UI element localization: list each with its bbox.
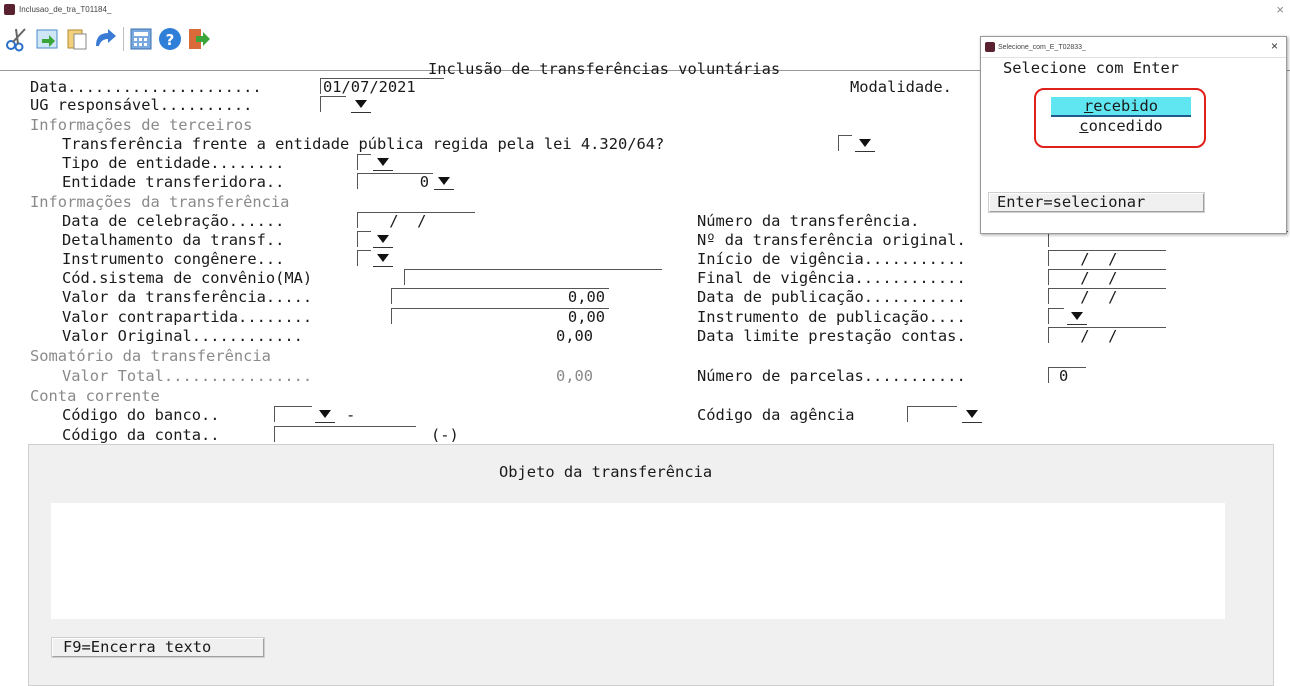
popup-titlebar: Selecione_com_E_T02833_ × (981, 37, 1286, 58)
popup-app-icon (985, 42, 995, 52)
instrumento-label: Instrumento congênere... (62, 250, 285, 268)
conta-suffix: (-) (431, 426, 459, 444)
data-limite-label: Data limite prestação contas. (697, 327, 966, 345)
window-titlebar: Inclusao_de_tra_T01184_ × (0, 0, 1290, 20)
banco-dash: - (346, 406, 356, 424)
valor-transferencia-label: Valor da transferência..... (62, 288, 313, 306)
ug-field[interactable] (320, 96, 346, 112)
exit-icon[interactable] (186, 26, 212, 52)
data-field[interactable]: 01/07/2021 (320, 78, 444, 95)
lei-label: Transferência frente a entidade pública … (62, 135, 665, 153)
import-icon[interactable] (34, 26, 60, 52)
lei-field[interactable] (838, 135, 852, 151)
data-label: Data..................... (30, 78, 262, 96)
codigo-banco-label: Código do banco.. (62, 406, 220, 424)
data-limite-field[interactable]: / / (1048, 327, 1166, 344)
data-publicacao-label: Data de publicação........... (697, 288, 966, 306)
valor-transferencia-field[interactable]: 0,00 (391, 288, 609, 305)
app-icon (4, 4, 15, 15)
numero-parcelas-label: Número de parcelas........... (697, 367, 966, 385)
tipo-entidade-field[interactable] (357, 154, 371, 170)
enter-selecionar-button[interactable]: Enter=selecionar (988, 192, 1205, 213)
inicio-vigencia-label: Início de vigência........... (697, 250, 966, 268)
codigo-agencia-label: Código da agência (697, 406, 855, 424)
valor-total-label: Valor Total................ (62, 367, 313, 385)
objeto-title: Objeto da transferência (499, 463, 713, 481)
cod-sistema-label: Cód.sistema de convênio(MA) (62, 269, 313, 287)
inicio-vigencia-field[interactable]: / / (1048, 250, 1166, 267)
popup-window-title: Selecione_com_E_T02833_ (998, 44, 1086, 51)
popup-close-button[interactable]: × (1271, 39, 1278, 53)
svg-text:?: ? (166, 31, 175, 49)
data-celebracao-field[interactable]: / / (357, 212, 475, 229)
conta-section: Conta corrente (30, 387, 160, 405)
data-celebracao-label: Data de celebração...... (62, 212, 285, 230)
lei-dropdown-icon[interactable] (855, 135, 875, 152)
f9-encerra-button[interactable]: F9=Encerra texto (51, 637, 265, 658)
tipo-entidade-dropdown-icon[interactable] (373, 154, 393, 171)
detalhamento-label: Detalhamento da transf.. (62, 231, 285, 249)
highlight-annotation (1034, 88, 1206, 148)
codigo-agencia-dropdown-icon[interactable] (962, 406, 982, 423)
scissors-icon[interactable] (4, 26, 30, 52)
numero-parcelas-field[interactable]: 0 (1048, 367, 1086, 384)
entidade-transferidora-label: Entidade transferidora.. (62, 173, 285, 191)
numero-transferencia-label: Número da transferência. (697, 212, 920, 230)
valor-original-label: Valor Original............ (62, 327, 303, 345)
help-icon[interactable]: ? (157, 26, 183, 52)
valor-total-value: 0,00 (556, 367, 594, 385)
valor-contrapartida-field[interactable]: 0,00 (391, 308, 609, 325)
instrumento-publicacao-dropdown-icon[interactable] (1067, 308, 1087, 325)
num-transf-original-label: Nº da transferência original. (697, 231, 966, 249)
transferencia-section: Informações da transferência (30, 193, 290, 211)
popup-header: Selecione com Enter (1003, 59, 1180, 77)
window-title: Inclusao_de_tra_T01184_ (19, 5, 112, 14)
codigo-conta-label: Código da conta.. (62, 426, 220, 444)
codigo-banco-field[interactable] (274, 406, 312, 422)
objeto-panel: Objeto da transferência F9=Encerra texto (28, 444, 1274, 686)
ug-label: UG responsável.......... (30, 96, 253, 114)
detalhamento-dropdown-icon[interactable] (373, 231, 393, 248)
form-title: Inclusão de transferências voluntárias (428, 60, 781, 78)
ug-dropdown-icon[interactable] (351, 96, 371, 113)
data-publicacao-field[interactable]: / / (1048, 288, 1166, 305)
instrumento-dropdown-icon[interactable] (373, 250, 393, 267)
toolbar: ? (0, 22, 980, 56)
terceiros-section: Informações de terceiros (30, 116, 253, 134)
cod-sistema-field[interactable] (404, 269, 662, 285)
instrumento-field[interactable] (357, 250, 371, 266)
valor-original-value: 0,00 (556, 327, 594, 345)
instrumento-publicacao-label: Instrumento de publicação.... (697, 308, 966, 326)
undo-icon[interactable] (93, 26, 119, 52)
codigo-banco-dropdown-icon[interactable] (315, 406, 335, 423)
toolbar-separator (123, 27, 124, 51)
final-vigencia-field[interactable]: / / (1048, 269, 1166, 286)
entidade-transferidora-field[interactable]: 0 (357, 173, 433, 190)
tipo-entidade-label: Tipo de entidade........ (62, 154, 285, 172)
detalhamento-field[interactable] (357, 231, 371, 247)
somatorio-section: Somatório da transferência (30, 347, 271, 365)
window-close-button[interactable]: × (1276, 2, 1284, 17)
entidade-transferidora-dropdown-icon[interactable] (434, 173, 454, 190)
instrumento-publicacao-field[interactable] (1048, 308, 1064, 324)
valor-contrapartida-label: Valor contrapartida........ (62, 308, 313, 326)
modalidade-label: Modalidade. (850, 78, 952, 96)
codigo-conta-field[interactable] (274, 426, 416, 442)
codigo-agencia-field[interactable] (907, 406, 957, 422)
final-vigencia-label: Final de vigência............ (697, 269, 966, 287)
objeto-textarea[interactable] (51, 503, 1225, 619)
paste-icon[interactable] (64, 26, 90, 52)
calculator-icon[interactable] (128, 26, 154, 52)
